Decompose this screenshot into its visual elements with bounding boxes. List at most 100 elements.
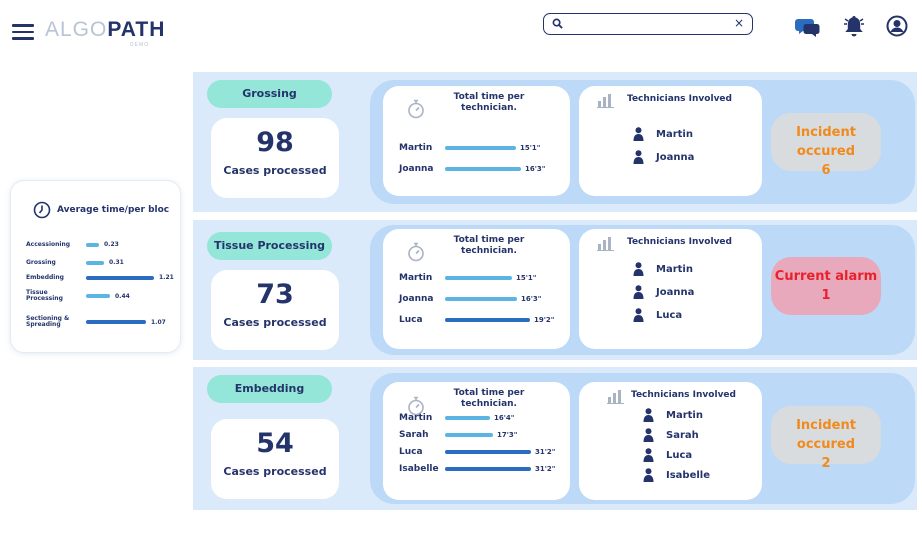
total-time-card: Total time per technician. Martin 15'1" Joa… — [383, 86, 570, 196]
person-icon — [643, 468, 654, 482]
technician-item: Sarah — [643, 428, 699, 442]
time-value: 31'2" — [535, 465, 556, 473]
average-row: Grossing 0.31 — [26, 259, 124, 266]
technician-name: Isabelle — [399, 464, 439, 474]
average-row-bar — [86, 242, 99, 247]
status-label: Current alarm — [774, 269, 878, 284]
stage-pill[interactable]: Tissue Processing — [207, 232, 332, 260]
logo-part-2: PATH — [107, 18, 166, 41]
average-row: Tissue Processing 0.44 — [26, 290, 130, 302]
status-count: 6 — [821, 163, 831, 178]
person-icon — [643, 428, 654, 442]
stage-pill[interactable]: Embedding — [207, 375, 332, 403]
person-icon — [643, 448, 654, 462]
hamburger-line — [12, 30, 34, 33]
person-icon — [633, 285, 644, 299]
time-bar — [445, 276, 512, 280]
time-bar — [445, 167, 521, 171]
time-bar — [445, 146, 516, 150]
stage-status-badge[interactable]: Incident occured 2 — [771, 406, 881, 471]
technicians-involved-card: Technicians Involved Martin Joanna — [579, 86, 762, 196]
average-row-value: 1.21 — [159, 274, 174, 281]
bell-icon[interactable] — [843, 14, 865, 38]
time-row: Luca 19'2" — [399, 315, 554, 325]
stage-pill[interactable]: Grossing — [207, 80, 332, 108]
time-bar — [445, 433, 493, 437]
cases-count: 54 — [256, 428, 294, 459]
technician-item-name: Martin — [656, 128, 693, 140]
cases-label: Cases processed — [223, 465, 327, 478]
technicians-involved-title: Technicians Involved — [631, 390, 736, 400]
time-value: 17'3" — [497, 431, 518, 439]
stopwatch-icon — [408, 99, 424, 119]
total-time-title: Total time per technician. — [453, 235, 525, 256]
time-row: Martin 15'1" — [399, 143, 540, 153]
bar-chart-icon — [597, 94, 614, 108]
technician-item: Martin — [633, 262, 693, 276]
time-value: 15'1" — [516, 274, 537, 282]
status-label: Incident occured — [796, 418, 856, 452]
time-bar — [445, 467, 531, 471]
average-time-card: Average time/per bloc Accessioning 0.23 Gr… — [10, 180, 181, 353]
time-row: Martin 16'4" — [399, 413, 514, 423]
technician-item-name: Martin — [666, 409, 703, 421]
time-row: Luca 31'2" — [399, 447, 555, 457]
time-row: Martin 15'1" — [399, 273, 536, 283]
person-icon — [633, 262, 644, 276]
technician-item-name: Joanna — [656, 286, 695, 298]
logo-part-1: ALGO — [45, 18, 108, 41]
time-row: Sarah 17'3" — [399, 430, 517, 440]
average-row-label: Grossing — [26, 258, 56, 266]
technician-item-name: Joanna — [656, 151, 695, 163]
technician-item: Isabelle — [643, 468, 710, 482]
average-row-label: Embedding — [26, 273, 64, 281]
user-profile-icon[interactable] — [886, 15, 908, 37]
technician-name: Sarah — [399, 430, 429, 440]
status-label: Incident occured — [796, 125, 856, 159]
person-icon — [643, 408, 654, 422]
technicians-involved-card: Technicians Involved Martin Sarah Luca Isabe… — [579, 382, 762, 500]
search-bar[interactable]: × — [543, 13, 753, 35]
technician-item-name: Luca — [656, 309, 683, 321]
technicians-involved-title: Technicians Involved — [627, 94, 732, 104]
time-row: Joanna 16'3" — [399, 164, 545, 174]
stage-section: Grossing 98 Cases processed Total time per … — [193, 72, 917, 212]
technician-name: Luca — [399, 447, 423, 457]
average-time-title: Average time/per bloc — [33, 201, 169, 219]
technician-item: Joanna — [633, 150, 694, 164]
person-icon — [633, 127, 644, 141]
person-icon — [633, 150, 644, 164]
status-count: 2 — [821, 456, 831, 471]
time-value: 31'2" — [535, 448, 556, 456]
technician-item: Luca — [643, 448, 692, 462]
chat-support-icon[interactable] — [795, 16, 821, 38]
time-bar — [445, 416, 490, 420]
app-logo: ALGOPATH DEMO — [45, 18, 166, 48]
technician-name: Joanna — [399, 164, 434, 174]
clear-search-icon[interactable]: × — [734, 16, 744, 30]
cases-processed-card: 54 Cases processed — [211, 419, 339, 499]
technician-item: Martin — [633, 127, 693, 141]
time-bar — [445, 297, 517, 301]
clock-icon — [33, 201, 51, 219]
search-input[interactable] — [568, 16, 728, 32]
cases-count: 98 — [256, 127, 294, 158]
technician-name: Martin — [399, 143, 433, 153]
average-row-bar — [86, 260, 104, 265]
technician-name: Martin — [399, 413, 433, 423]
stage-status-badge[interactable]: Incident occured 6 — [771, 113, 881, 178]
technician-item: Luca — [633, 308, 682, 322]
bar-chart-icon — [607, 390, 624, 404]
time-row: Joanna 16'3" — [399, 294, 541, 304]
average-row: Embedding 1.21 — [26, 274, 174, 281]
stage-status-badge[interactable]: Current alarm 1 — [771, 257, 881, 315]
time-value: 15'1" — [520, 144, 541, 152]
technician-name: Joanna — [399, 294, 434, 304]
technician-item-name: Luca — [666, 449, 693, 461]
average-time-title-text: Average time/per bloc — [57, 205, 170, 215]
stage-detail-panel: Total time per technician. Martin 15'1" Joa… — [370, 80, 915, 204]
average-row: Sectioning & Spreading 1.07 — [26, 316, 166, 328]
technician-item-name: Isabelle — [666, 469, 710, 481]
hamburger-menu-button[interactable] — [12, 24, 34, 40]
cases-processed-card: 98 Cases processed — [211, 118, 339, 198]
